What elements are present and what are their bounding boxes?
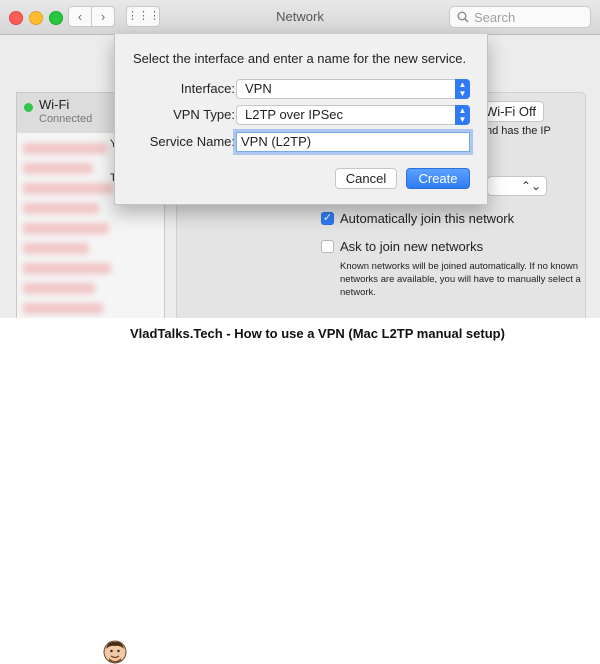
blurred-sidebar-item bbox=[23, 223, 109, 234]
auto-join-help-text: Known networks will be joined automatica… bbox=[340, 261, 581, 298]
search-field[interactable]: Search bbox=[449, 6, 591, 28]
new-service-sheet: Select the interface and enter a name fo… bbox=[114, 34, 488, 205]
window-toolbar: ‹ › ⋮⋮⋮ Network Search bbox=[0, 0, 600, 35]
vpn-type-value: L2TP over IPSec bbox=[245, 107, 344, 122]
network-name-select[interactable]: ⌃⌄ bbox=[487, 176, 547, 196]
blurred-sidebar-item bbox=[23, 183, 113, 194]
vpn-type-popup[interactable]: L2TP over IPSec ▲ ▼ bbox=[236, 105, 470, 125]
search-placeholder: Search bbox=[474, 10, 516, 25]
sidebar-item-status: Connected bbox=[39, 113, 93, 125]
cancel-button[interactable]: Cancel bbox=[335, 168, 397, 189]
auto-join-label: Automatically join this network bbox=[340, 211, 515, 226]
blurred-sidebar-item bbox=[23, 163, 93, 174]
blurred-sidebar-item bbox=[23, 143, 107, 154]
interface-label: Interface: bbox=[180, 81, 235, 96]
vpn-type-label: VPN Type: bbox=[173, 107, 235, 122]
ask-join-label: Ask to join new networks bbox=[340, 239, 484, 254]
interface-popup[interactable]: VPN ▲ ▼ bbox=[236, 79, 470, 99]
ask-join-checkbox[interactable] bbox=[321, 240, 334, 253]
blurred-sidebar-item bbox=[23, 243, 89, 254]
service-name-label: Service Name: bbox=[149, 134, 235, 149]
wifi-off-button[interactable]: Wi-Fi Off bbox=[480, 101, 544, 122]
blurred-sidebar-item bbox=[23, 203, 99, 214]
blurred-sidebar-item bbox=[23, 263, 111, 274]
chevron-updown-icon: ▲ ▼ bbox=[455, 105, 470, 125]
chevron-updown-icon: ▲ ▼ bbox=[455, 79, 470, 99]
checkmark-icon: ✓ bbox=[322, 212, 333, 224]
service-name-input[interactable]: VPN (L2TP) bbox=[236, 132, 470, 152]
interface-value: VPN bbox=[245, 81, 272, 96]
create-button[interactable]: Create bbox=[406, 168, 470, 189]
sheet-prompt: Select the interface and enter a name fo… bbox=[133, 51, 467, 66]
chevron-updown-icon: ⌃⌄ bbox=[520, 179, 541, 193]
status-text-fragment: nd has the IP bbox=[486, 125, 551, 137]
avatar bbox=[103, 640, 127, 664]
connected-status-icon bbox=[24, 103, 33, 112]
sidebar-item-label: Wi-Fi bbox=[39, 97, 70, 112]
blurred-sidebar-item bbox=[23, 283, 95, 294]
search-icon bbox=[457, 11, 469, 23]
blurred-sidebar-item bbox=[23, 303, 103, 314]
caption-text: VladTalks.Tech - How to use a VPN (Mac L… bbox=[130, 326, 505, 341]
network-preferences-window: ‹ › ⋮⋮⋮ Network Search Wi-Fi Connected W… bbox=[0, 0, 600, 318]
auto-join-checkbox[interactable]: ✓ bbox=[321, 212, 334, 225]
